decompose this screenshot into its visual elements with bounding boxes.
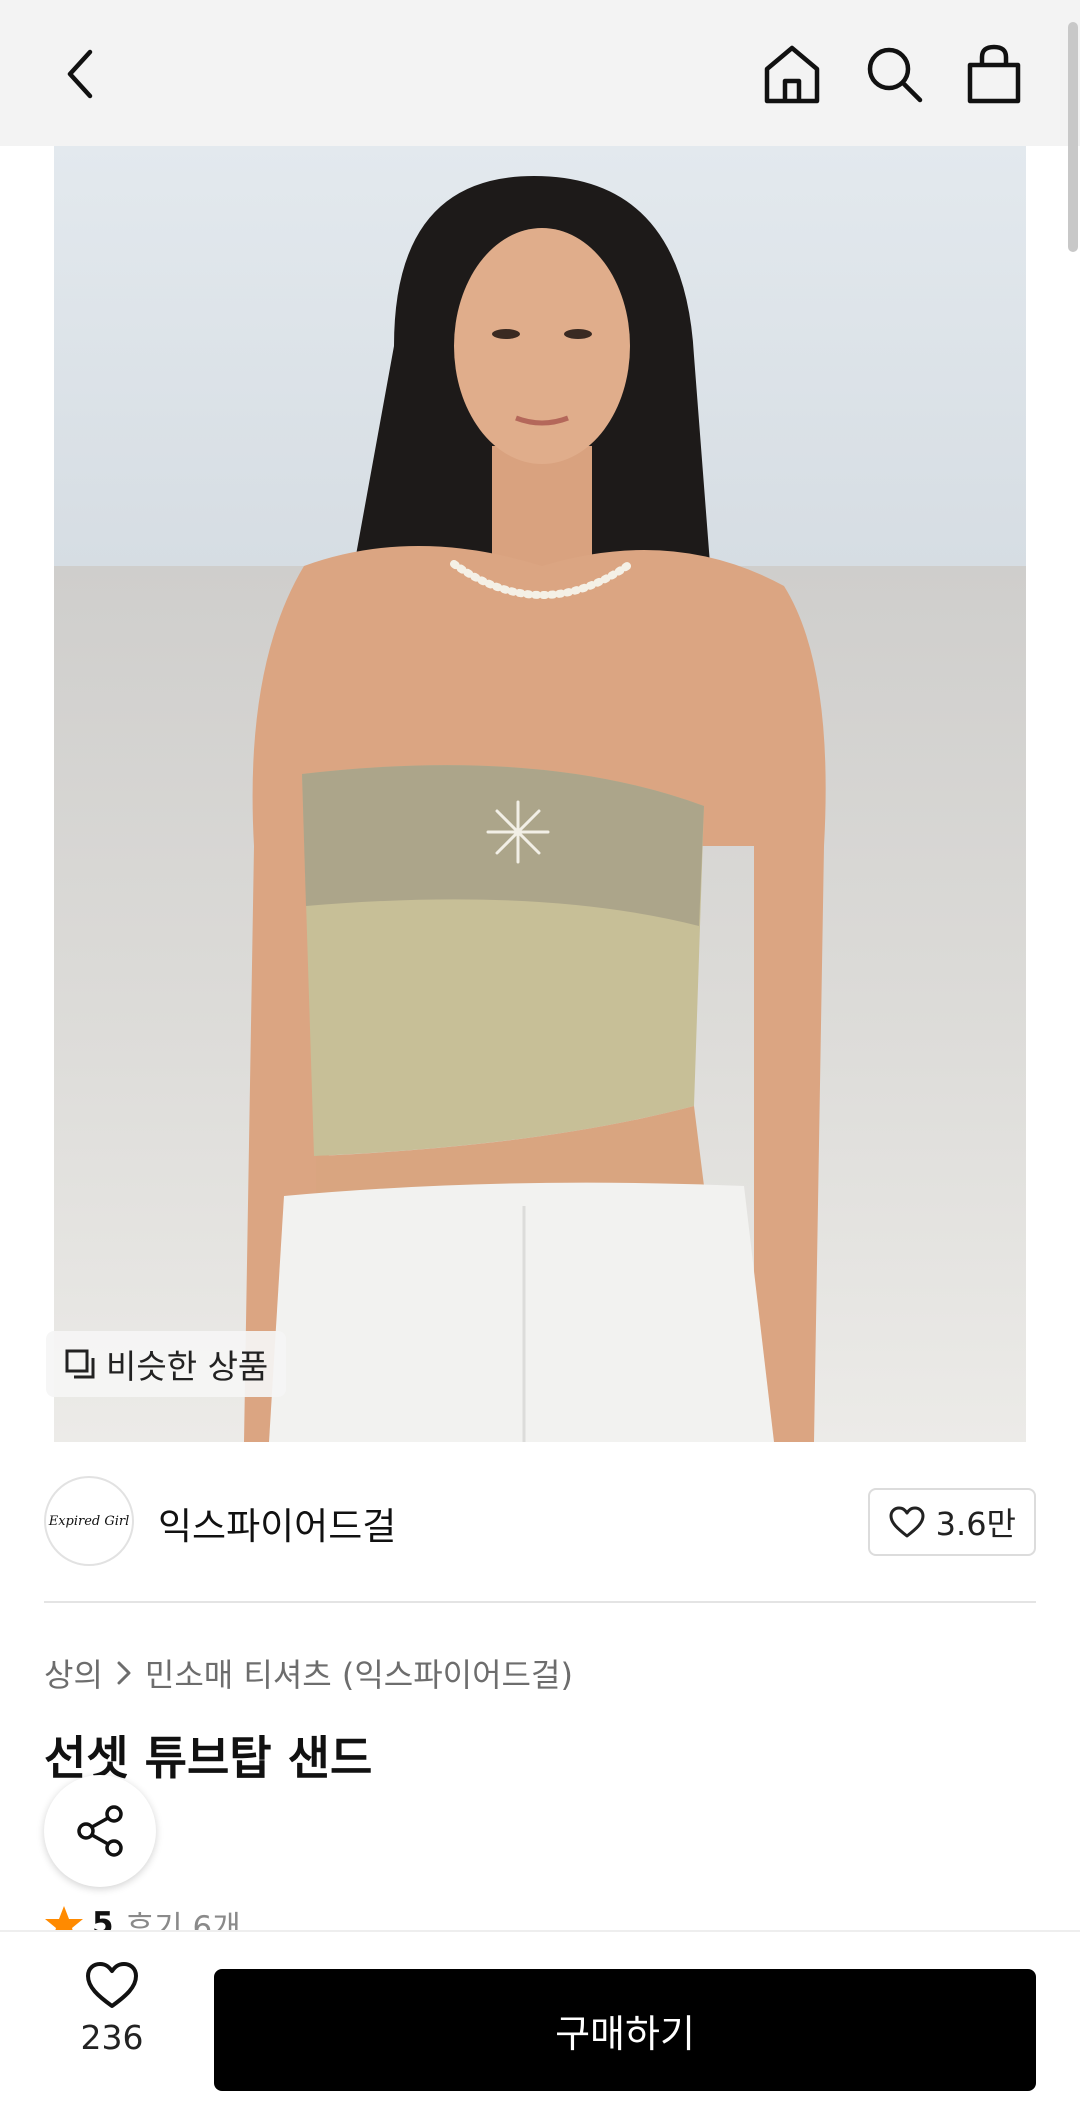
shopping-bag-icon [967, 44, 1021, 104]
breadcrumb: 상의 민소매 티셔츠 (익스파이어드걸) [44, 1650, 573, 1696]
similar-products-label: 비슷한 상품 [106, 1347, 269, 1386]
product-image[interactable] [54, 146, 1026, 1442]
chevron-left-icon [67, 49, 93, 99]
brand-like-count: 3.6만 [935, 1505, 1016, 1543]
wishlist-count: 236 [80, 2018, 144, 2057]
buy-button[interactable]: 구매하기 [214, 1969, 1036, 2091]
home-icon [764, 45, 820, 104]
brand-like-button[interactable]: 3.6만 [867, 1488, 1036, 1556]
brand-logo-text: Expired Girl [48, 1513, 130, 1529]
breadcrumb-category[interactable]: 상의 [44, 1650, 103, 1696]
wishlist-button[interactable]: 236 [62, 1960, 162, 2090]
model-photo-illustration [244, 176, 826, 1442]
search-icon [867, 47, 923, 103]
home-button[interactable] [756, 38, 828, 110]
scrollbar[interactable] [1068, 22, 1078, 252]
chevron-right-icon [117, 1661, 131, 1685]
similar-products-button[interactable]: 비슷한 상품 [46, 1331, 287, 1397]
share-icon [77, 1805, 123, 1857]
breadcrumb-subcategory[interactable]: 민소매 티셔츠 (익스파이어드걸) [145, 1650, 573, 1696]
brand-row: Expired Girl 익스파이어드걸 3.6만 [44, 1476, 1036, 1566]
top-navigation-bar [0, 0, 1080, 146]
heart-outline-icon [86, 1962, 138, 2008]
heart-outline-icon [889, 1506, 925, 1538]
copy-icon [65, 1349, 95, 1379]
back-button[interactable] [44, 38, 116, 110]
cart-button[interactable] [958, 38, 1030, 110]
brand-logo[interactable]: Expired Girl [44, 1476, 134, 1566]
share-button[interactable] [44, 1775, 156, 1887]
bottom-action-bar: 236 구매하기 [0, 1930, 1080, 2124]
section-divider [44, 1601, 1036, 1603]
brand-name[interactable]: 익스파이어드걸 [158, 1496, 396, 1550]
search-button[interactable] [858, 38, 930, 110]
